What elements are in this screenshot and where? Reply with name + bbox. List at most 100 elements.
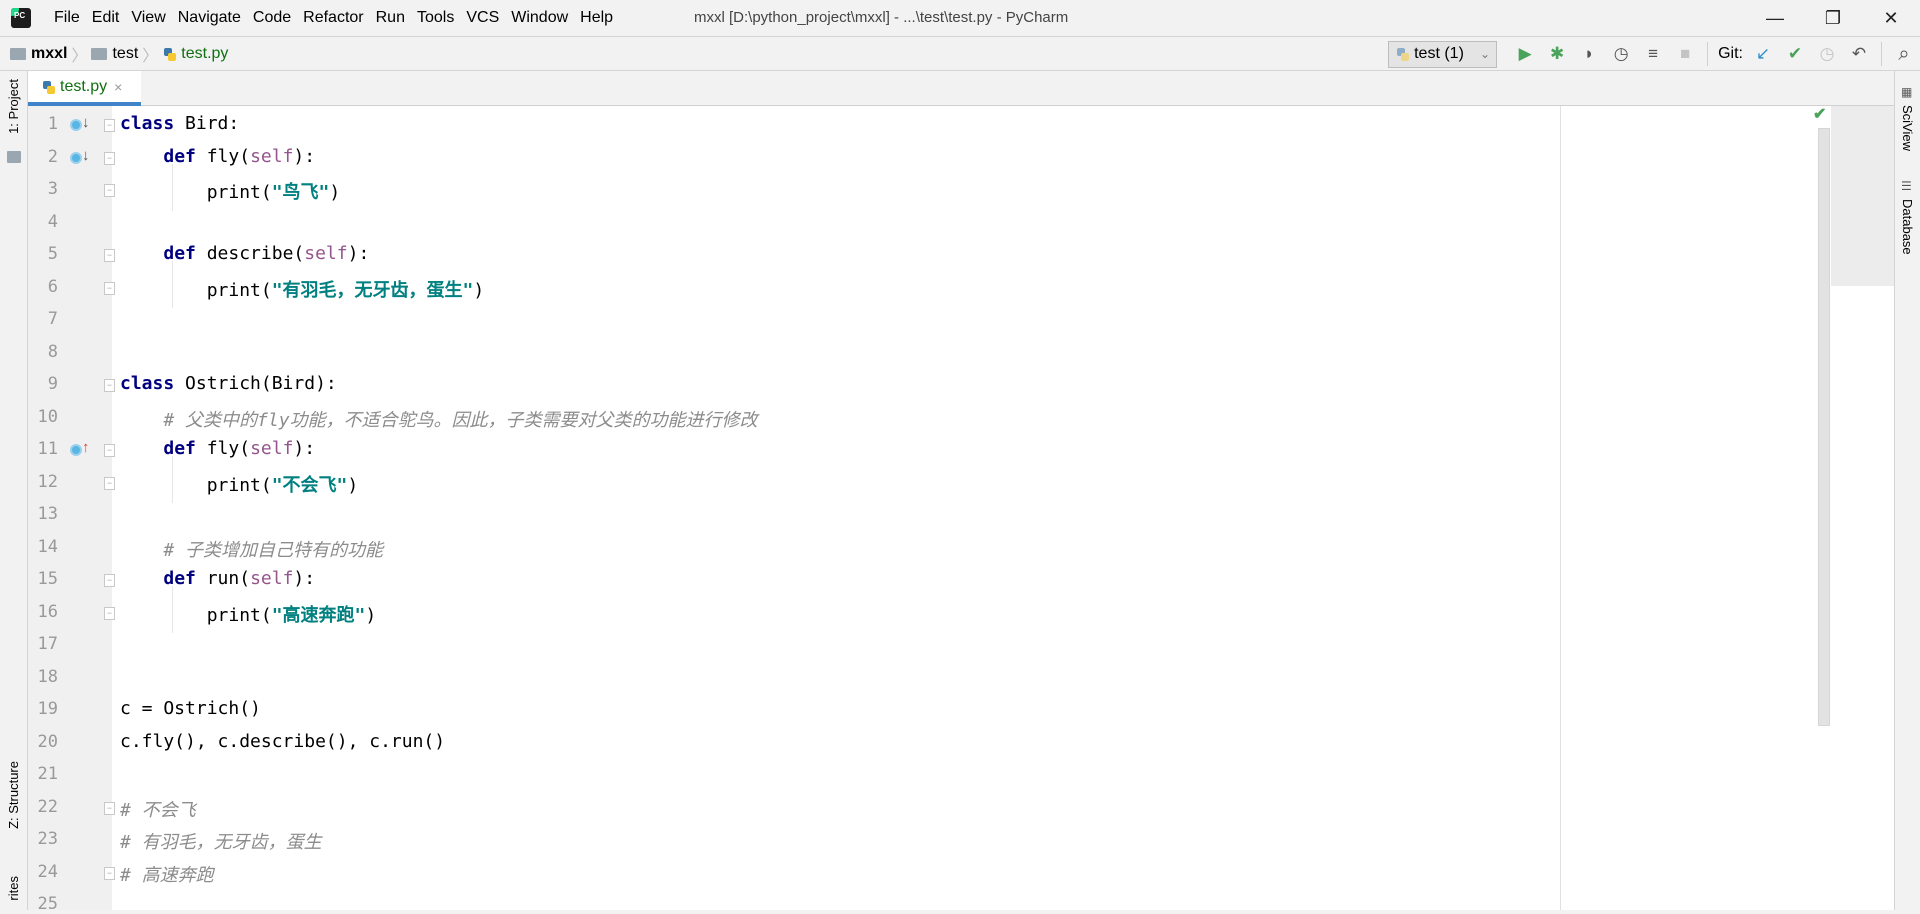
code-line[interactable]: print("鸟飞") bbox=[120, 178, 341, 204]
menu-bar: File Edit View Navigate Code Refactor Run Tools… bbox=[48, 9, 619, 27]
overridden-method-icon[interactable]: ↓ bbox=[70, 147, 92, 167]
git-update-icon[interactable]: ↙ bbox=[1747, 40, 1779, 68]
code-line[interactable]: # 不会飞 bbox=[120, 796, 196, 822]
coverage-icon[interactable]: ◗ bbox=[1573, 40, 1605, 68]
line-number: 13 bbox=[37, 504, 58, 524]
fold-start-icon[interactable]: − bbox=[104, 801, 115, 815]
vertical-scrollbar[interactable] bbox=[1818, 128, 1830, 726]
menu-view[interactable]: View bbox=[125, 9, 171, 27]
fold-start-icon[interactable]: − bbox=[104, 119, 115, 132]
code-line[interactable]: print("有羽毛，无牙齿，蛋生") bbox=[120, 276, 485, 302]
tab-test-py[interactable]: test.py × bbox=[28, 71, 141, 106]
code-line[interactable]: # 子类增加自己特有的功能 bbox=[120, 536, 383, 562]
fold-end-icon[interactable]: − bbox=[104, 866, 115, 880]
menu-vcs[interactable]: VCS bbox=[460, 9, 505, 27]
code-line[interactable]: class Bird: bbox=[120, 113, 239, 134]
code-line[interactable]: def fly(self): bbox=[120, 146, 315, 167]
fold-end-icon[interactable]: − bbox=[104, 606, 115, 620]
python-file-icon bbox=[162, 46, 177, 62]
tool-window-project[interactable]: 1: Project bbox=[6, 79, 21, 134]
fold-start-icon[interactable]: − bbox=[104, 151, 115, 165]
line-number: 6 bbox=[47, 276, 58, 297]
code-editor[interactable] bbox=[112, 106, 1894, 910]
line-number: 22 bbox=[37, 796, 58, 817]
menu-tools[interactable]: Tools bbox=[411, 9, 460, 27]
code-line[interactable]: print("不会飞") bbox=[120, 471, 359, 497]
divider bbox=[1707, 42, 1709, 66]
git-label: Git: bbox=[1718, 45, 1743, 62]
close-button[interactable]: ✕ bbox=[1862, 0, 1920, 36]
code-text: ): bbox=[347, 243, 370, 264]
code-line[interactable]: def run(self): bbox=[120, 568, 315, 589]
menu-code[interactable]: Code bbox=[247, 9, 297, 27]
close-tab-icon[interactable]: × bbox=[114, 79, 122, 95]
menu-refactor[interactable]: Refactor bbox=[297, 9, 369, 27]
tool-window-sciview[interactable]: SciView bbox=[1900, 105, 1915, 151]
project-icon bbox=[7, 151, 21, 163]
menu-help[interactable]: Help bbox=[574, 9, 619, 27]
code-line[interactable]: def fly(self): bbox=[120, 438, 315, 459]
line-number: 3 bbox=[47, 179, 58, 199]
code-line[interactable]: c = Ostrich() bbox=[120, 698, 261, 719]
line-number: 23 bbox=[37, 829, 58, 849]
code-line[interactable]: class Ostrich(Bird): bbox=[120, 373, 337, 394]
stop-icon[interactable]: ■ bbox=[1669, 40, 1701, 68]
code-line[interactable]: # 有羽毛，无牙齿，蛋生 bbox=[120, 828, 322, 854]
run-icon[interactable]: ▶ bbox=[1509, 40, 1541, 68]
main-toolbar: test (1) ⌄ ▶ ✱ ◗ ◷ ≡ ■ Git: ↙ ✔ ◷ ↶ ⌕ bbox=[1388, 40, 1920, 68]
breadcrumb-project[interactable]: mxxl bbox=[31, 45, 67, 63]
menu-edit[interactable]: Edit bbox=[86, 9, 126, 27]
self-param: self bbox=[250, 438, 294, 459]
run-configuration-select[interactable]: test (1) ⌄ bbox=[1388, 40, 1498, 68]
line-number: 16 bbox=[37, 601, 58, 622]
git-rollback-icon[interactable]: ↶ bbox=[1843, 40, 1875, 68]
overrides-method-icon[interactable]: ↑ bbox=[70, 439, 92, 459]
line-number: 20 bbox=[37, 731, 58, 752]
line-number: 24 bbox=[37, 861, 58, 882]
maximize-button[interactable]: ❐ bbox=[1804, 0, 1862, 36]
line-number: 12 bbox=[37, 471, 58, 492]
concurrency-icon[interactable]: ≡ bbox=[1637, 40, 1669, 68]
editor-tabs: test.py × bbox=[28, 71, 1894, 106]
code-text: ) bbox=[329, 182, 341, 203]
menu-window[interactable]: Window bbox=[505, 9, 574, 27]
breadcrumb-file[interactable]: test.py bbox=[181, 45, 228, 63]
fold-end-icon[interactable]: − bbox=[104, 281, 115, 295]
search-icon[interactable]: ⌕ bbox=[1888, 40, 1920, 68]
breadcrumb-folder[interactable]: test bbox=[112, 45, 138, 63]
fold-start-icon[interactable]: − bbox=[104, 444, 115, 457]
fold-end-icon[interactable]: − bbox=[104, 476, 115, 490]
fold-start-icon[interactable]: − bbox=[104, 249, 115, 262]
fold-end-icon[interactable]: − bbox=[104, 184, 115, 197]
keyword: class bbox=[120, 113, 175, 134]
code-line[interactable]: def describe(self): bbox=[120, 243, 369, 264]
fold-start-icon[interactable]: − bbox=[104, 574, 115, 587]
tool-window-favorites[interactable]: rites bbox=[6, 876, 21, 901]
git-history-icon[interactable]: ◷ bbox=[1811, 40, 1843, 68]
run-config-label: test (1) bbox=[1414, 45, 1464, 62]
git-commit-icon[interactable]: ✔ bbox=[1779, 40, 1811, 68]
overridden-method-icon[interactable]: ↓ bbox=[70, 114, 92, 134]
profile-icon[interactable]: ◷ bbox=[1605, 40, 1637, 68]
menu-run[interactable]: Run bbox=[370, 9, 411, 27]
debug-icon[interactable]: ✱ bbox=[1541, 40, 1573, 68]
code-line[interactable]: print("高速奔跑") bbox=[120, 601, 377, 627]
minimize-button[interactable]: — bbox=[1746, 0, 1804, 36]
menu-file[interactable]: File bbox=[48, 9, 86, 27]
code-text: ) bbox=[473, 279, 485, 301]
code-line[interactable]: # 父类中的fly功能，不适合鸵鸟。因此，子类需要对父类的功能进行修改 bbox=[120, 406, 757, 432]
code-minimap[interactable] bbox=[1831, 106, 1894, 286]
tool-window-database[interactable]: Database bbox=[1900, 199, 1915, 255]
menu-navigate[interactable]: Navigate bbox=[172, 9, 247, 27]
line-number: 17 bbox=[37, 634, 58, 654]
code-line[interactable]: # 高速奔跑 bbox=[120, 861, 214, 887]
tool-window-structure[interactable]: Z: Structure bbox=[6, 761, 21, 829]
fold-start-icon[interactable]: − bbox=[104, 379, 115, 392]
inspection-ok-icon: ✔ bbox=[1813, 106, 1827, 123]
keyword: def bbox=[163, 568, 196, 589]
code-line[interactable]: c.fly(), c.describe(), c.run() bbox=[120, 731, 445, 752]
code-text: ) bbox=[347, 474, 359, 496]
